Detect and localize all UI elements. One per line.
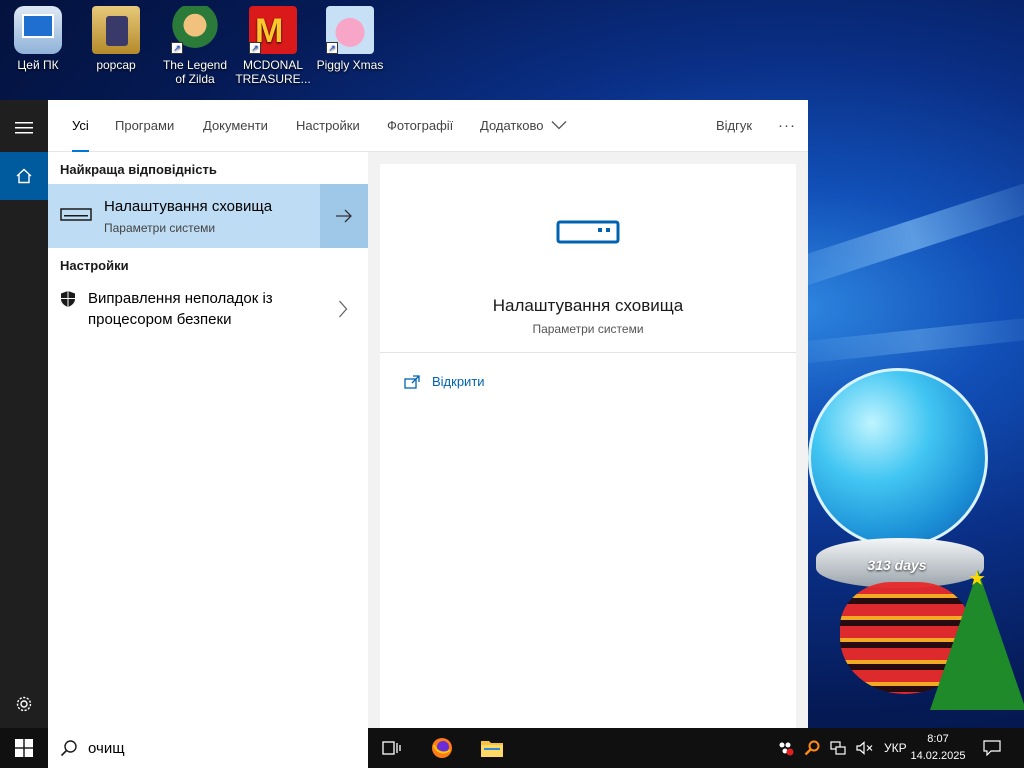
notification-icon (983, 740, 1001, 756)
search-input[interactable] (88, 739, 328, 757)
pig-icon: ↗ (326, 6, 374, 54)
desktop-icon-popcap[interactable]: popcap (78, 6, 154, 72)
days-counter: 313 days (867, 557, 927, 573)
tab-more-label: Додатково (480, 118, 544, 133)
shortcut-arrow-icon: ↗ (326, 42, 338, 54)
tab-documents[interactable]: Документи (203, 100, 268, 152)
home-icon[interactable] (0, 152, 48, 200)
snow-globe-widget (808, 368, 988, 548)
settings-result-item[interactable]: Виправлення неполадок із процесором безп… (48, 284, 368, 336)
taskbar-search-box[interactable] (48, 728, 368, 768)
settings-heading: Настройки (60, 258, 129, 273)
task-view-icon (382, 741, 401, 755)
best-match-heading: Найкраща відповідність (60, 162, 217, 177)
network-alert-icon[interactable] (776, 740, 794, 756)
open-action-label: Відкрити (432, 374, 485, 389)
tab-photos[interactable]: Фотографії (387, 100, 453, 152)
preview-subtitle: Параметри системи (532, 322, 644, 336)
hamburger-menu-icon[interactable] (0, 104, 48, 152)
open-arrow-button[interactable] (320, 184, 368, 248)
start-menu-rail (0, 100, 48, 728)
tab-settings[interactable]: Настройки (296, 100, 360, 152)
shortcut-arrow-icon: ↗ (171, 42, 183, 54)
preview-pane: Налаштування сховища Параметри системи В… (368, 152, 808, 728)
mcdonalds-logo-icon: M ↗ (249, 6, 297, 54)
desktop-icon-legend-of-zilda[interactable]: ↗ The Legend of Zilda (157, 6, 233, 86)
folder-icon (92, 6, 140, 54)
chevron-right-icon (339, 300, 348, 318)
more-options-button[interactable]: ··· (778, 100, 796, 152)
start-button[interactable] (0, 728, 48, 768)
star-icon: ★ (968, 568, 986, 590)
clock-date: 14.02.2025 (910, 750, 966, 762)
search-tabs: Усі Програми Документи Настройки Фотогра… (48, 100, 808, 152)
firefox-icon (432, 738, 452, 758)
game-character-icon: ↗ (171, 6, 219, 54)
settings-result-line1: Виправлення неполадок із (88, 290, 273, 307)
clock-time: 8:07 (927, 733, 949, 745)
tab-all[interactable]: Усі (72, 100, 89, 152)
christmas-tree-icon (930, 570, 1024, 710)
system-tray: УКР (776, 728, 907, 768)
computer-icon (14, 6, 62, 54)
preview-card: Налаштування сховища Параметри системи В… (380, 164, 796, 728)
results-list: Найкраща відповідність Налаштування схов… (48, 152, 368, 728)
action-center-button[interactable] (974, 732, 1010, 764)
best-match-title: Налаштування сховища (104, 198, 273, 215)
shield-icon (61, 291, 75, 307)
chevron-down-icon (551, 121, 567, 130)
feedback-button[interactable]: Відгук (716, 100, 752, 152)
preview-title: Налаштування сховища (492, 296, 684, 315)
best-match-item[interactable]: Налаштування сховища Параметри системи (48, 184, 368, 248)
network-icon[interactable] (830, 741, 846, 755)
taskbar: УКР 8:07 14.02.2025 (0, 728, 1024, 768)
open-external-icon (404, 374, 420, 389)
file-explorer-taskbar-button[interactable] (470, 732, 514, 764)
desktop-icon-this-pc[interactable]: Цей ПК (0, 6, 76, 72)
volume-muted-icon[interactable] (856, 741, 874, 755)
folder-icon (481, 741, 503, 757)
search-icon (60, 740, 77, 757)
windows-logo-icon (15, 739, 33, 757)
gear-icon[interactable] (0, 680, 48, 728)
arrow-right-icon (336, 209, 352, 223)
open-action[interactable]: Відкрити (404, 374, 485, 389)
best-match-subtitle: Параметри системи (104, 221, 216, 235)
storage-drive-icon (60, 208, 92, 221)
desktop-icon-mcdonal-treasure[interactable]: M ↗ MCDONAL TREASURE... (235, 6, 311, 86)
task-view-button[interactable] (370, 732, 414, 764)
tab-apps[interactable]: Програми (115, 100, 174, 152)
tab-more[interactable]: Додатково (480, 100, 567, 152)
shortcut-arrow-icon: ↗ (249, 42, 261, 54)
search-magnifier-tray-icon[interactable] (804, 740, 820, 756)
firefox-taskbar-button[interactable] (420, 732, 464, 764)
storage-drive-icon (556, 220, 620, 244)
settings-result-line2: процесором безпеки (88, 311, 232, 328)
desktop-icon-piggly-xmas[interactable]: ↗ Piggly Xmas (312, 6, 388, 72)
preview-divider (380, 352, 796, 353)
search-panel: Усі Програми Документи Настройки Фотогра… (48, 100, 808, 728)
clock[interactable]: 8:07 14.02.2025 (902, 731, 974, 765)
